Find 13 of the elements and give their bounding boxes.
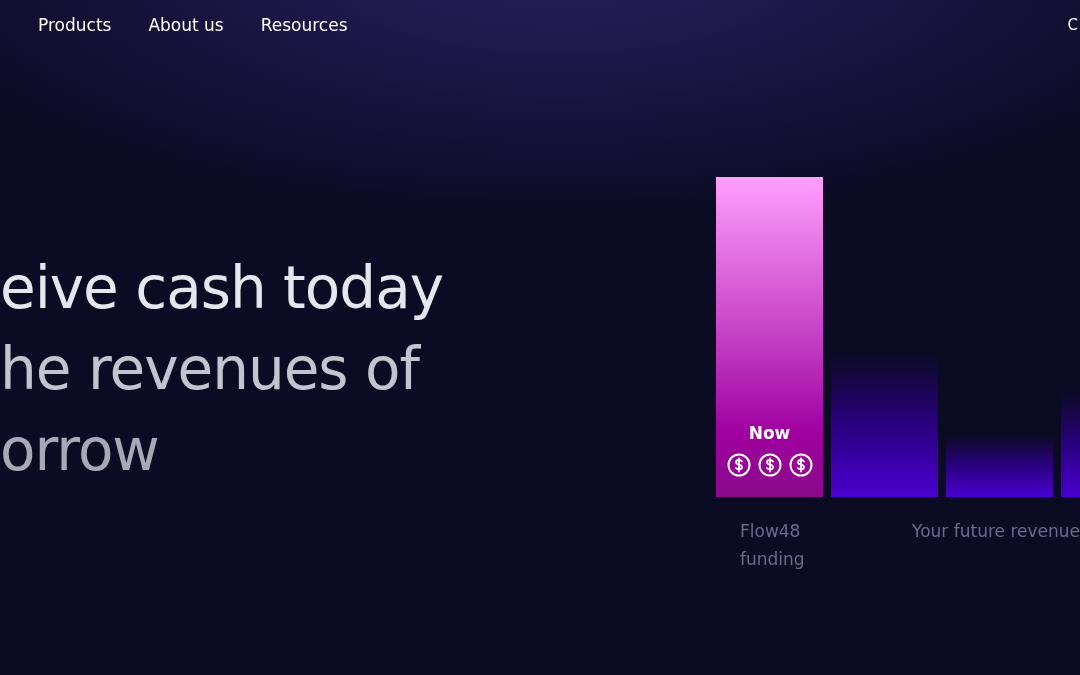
nav-link[interactable]: Products — [38, 15, 112, 35]
dollar-coin-icon — [757, 453, 782, 477]
chart-caption: Your future revenue — [912, 520, 1080, 543]
headline-line: eive cash today — [0, 253, 444, 324]
dollar-coin-icon — [726, 453, 751, 477]
nav-link[interactable]: C — [1067, 16, 1078, 34]
chart-caption: Flow48 funding — [740, 520, 806, 571]
headline-line: orrow — [0, 415, 160, 486]
nav-link[interactable]: About us — [148, 15, 224, 35]
headline-line: he revenues of — [0, 334, 422, 405]
now-label: Now — [748, 423, 791, 443]
nav-link[interactable]: Resources — [260, 15, 348, 35]
dollar-coin-icon — [788, 453, 813, 477]
